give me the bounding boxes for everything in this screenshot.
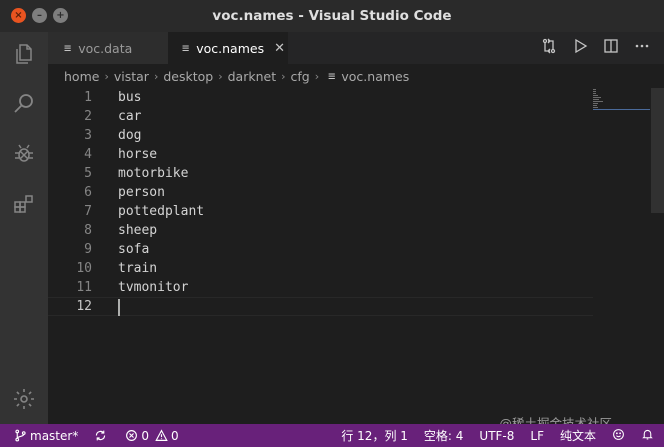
line-number: 10 bbox=[76, 261, 92, 276]
tab-bar: ≡ voc.data ≡ voc.names ✕ bbox=[48, 32, 664, 64]
activity-bar bbox=[0, 32, 48, 424]
warning-count: 0 bbox=[170, 428, 179, 443]
branch-status[interactable]: master* bbox=[14, 429, 78, 443]
file-lines-icon: ≡ bbox=[64, 41, 72, 55]
breadcrumb-item[interactable]: desktop bbox=[163, 69, 213, 84]
text-cursor bbox=[118, 299, 120, 316]
feedback-icon[interactable] bbox=[612, 428, 625, 444]
line-text: tvmonitor bbox=[118, 280, 189, 295]
line-text: dog bbox=[118, 128, 142, 143]
title-bar: × – + voc.names - Visual Studio Code bbox=[0, 0, 664, 32]
minimize-window-button[interactable]: – bbox=[32, 8, 47, 23]
indentation[interactable]: 空格: 4 bbox=[424, 427, 464, 444]
code-line[interactable]: 8 sheep bbox=[48, 221, 593, 240]
code-line[interactable]: 7 pottedplant bbox=[48, 202, 593, 221]
status-bar: master* 0 0 行 12，列 1 空格: 4 UTF-8 LF 纯文本 bbox=[0, 424, 664, 447]
line-text: sheep bbox=[118, 223, 158, 238]
line-text: motorbike bbox=[118, 166, 189, 181]
line-number: 1 bbox=[84, 90, 92, 105]
line-text: pottedplant bbox=[118, 204, 205, 219]
maximize-window-button[interactable]: + bbox=[53, 8, 68, 23]
chevron-right-icon: › bbox=[218, 69, 223, 83]
chevron-right-icon: › bbox=[281, 69, 286, 83]
minimap[interactable] bbox=[593, 88, 650, 112]
line-text: train bbox=[118, 261, 158, 276]
breadcrumb-item[interactable]: home bbox=[64, 69, 99, 84]
line-number: 9 bbox=[84, 242, 92, 257]
line-number: 8 bbox=[84, 223, 92, 238]
gear-icon[interactable] bbox=[12, 387, 36, 411]
line-text: person bbox=[118, 185, 165, 200]
breadcrumb-item[interactable]: vistar bbox=[114, 69, 149, 84]
warning-icon bbox=[155, 429, 168, 441]
line-number: 5 bbox=[84, 166, 92, 181]
tab-voc-names[interactable]: ≡ voc.names ✕ bbox=[168, 32, 288, 64]
cursor-position[interactable]: 行 12，列 1 bbox=[341, 427, 408, 444]
window-controls: × – + bbox=[11, 8, 68, 23]
editor[interactable]: 1 bus 2 car 3 dog 4 horse 5 motorbike 6 … bbox=[48, 88, 664, 424]
code-line[interactable]: 6 person bbox=[48, 183, 593, 202]
editor-actions bbox=[541, 32, 650, 64]
code-line[interactable]: 10 train bbox=[48, 259, 593, 278]
line-text: car bbox=[118, 109, 142, 124]
branch-label: master* bbox=[30, 428, 79, 443]
breadcrumb-item[interactable]: darknet bbox=[228, 69, 277, 84]
line-text: sofa bbox=[118, 242, 150, 257]
line-number: 2 bbox=[84, 109, 92, 124]
compare-changes-icon[interactable] bbox=[541, 38, 557, 58]
line-number: 12 bbox=[76, 299, 92, 314]
window-title: voc.names - Visual Studio Code bbox=[212, 8, 452, 24]
code-line[interactable]: 9 sofa bbox=[48, 240, 593, 259]
code-line-current[interactable]: 12 bbox=[48, 297, 593, 316]
bell-icon[interactable] bbox=[641, 428, 654, 444]
chevron-right-icon: › bbox=[314, 69, 320, 83]
breadcrumb: home › vistar › desktop › darknet › cfg … bbox=[48, 64, 664, 88]
git-branch-icon bbox=[15, 429, 26, 442]
language-mode[interactable]: 纯文本 bbox=[560, 427, 596, 444]
tab-label: voc.data bbox=[78, 40, 133, 56]
code-line[interactable]: 5 motorbike bbox=[48, 164, 593, 183]
close-window-button[interactable]: × bbox=[11, 8, 26, 23]
line-number: 7 bbox=[84, 204, 92, 219]
code-line[interactable]: 3 dog bbox=[48, 126, 593, 145]
error-count: 0 bbox=[141, 428, 149, 443]
run-icon[interactable] bbox=[572, 38, 588, 58]
line-text: bus bbox=[118, 90, 142, 105]
chevron-right-icon: › bbox=[153, 69, 159, 83]
code-line[interactable]: 11 tvmonitor bbox=[48, 278, 593, 297]
code-line[interactable]: 1 bus bbox=[48, 88, 593, 107]
explorer-icon[interactable] bbox=[12, 42, 36, 66]
more-actions-icon[interactable] bbox=[634, 38, 650, 58]
search-icon[interactable] bbox=[12, 92, 36, 116]
extensions-icon[interactable] bbox=[12, 192, 36, 216]
sync-icon bbox=[96, 430, 106, 441]
tab-voc-data[interactable]: ≡ voc.data bbox=[48, 32, 168, 64]
split-editor-icon[interactable] bbox=[603, 38, 619, 58]
close-tab-icon[interactable]: ✕ bbox=[274, 41, 285, 56]
line-number: 11 bbox=[76, 280, 92, 295]
code-line[interactable]: 4 horse bbox=[48, 145, 593, 164]
tab-label: voc.names bbox=[196, 40, 265, 56]
breadcrumb-item[interactable]: voc.names bbox=[341, 69, 409, 84]
chevron-right-icon: › bbox=[104, 69, 109, 83]
file-lines-icon: ≡ bbox=[182, 41, 190, 55]
line-text: horse bbox=[118, 147, 158, 162]
end-of-line[interactable]: LF bbox=[530, 429, 544, 443]
breadcrumb-item[interactable]: cfg bbox=[291, 69, 310, 84]
file-lines-icon: ≡ bbox=[328, 69, 336, 83]
line-number: 4 bbox=[84, 147, 92, 162]
line-number: 6 bbox=[84, 185, 92, 200]
sync-button[interactable] bbox=[94, 429, 107, 442]
line-number: 3 bbox=[84, 128, 92, 143]
problems-status[interactable]: 0 0 bbox=[125, 428, 179, 443]
debug-icon[interactable] bbox=[12, 142, 36, 166]
scrollbar-thumb[interactable] bbox=[651, 88, 664, 213]
error-icon bbox=[126, 430, 138, 441]
encoding[interactable]: UTF-8 bbox=[479, 429, 514, 443]
code-line[interactable]: 2 car bbox=[48, 107, 593, 126]
